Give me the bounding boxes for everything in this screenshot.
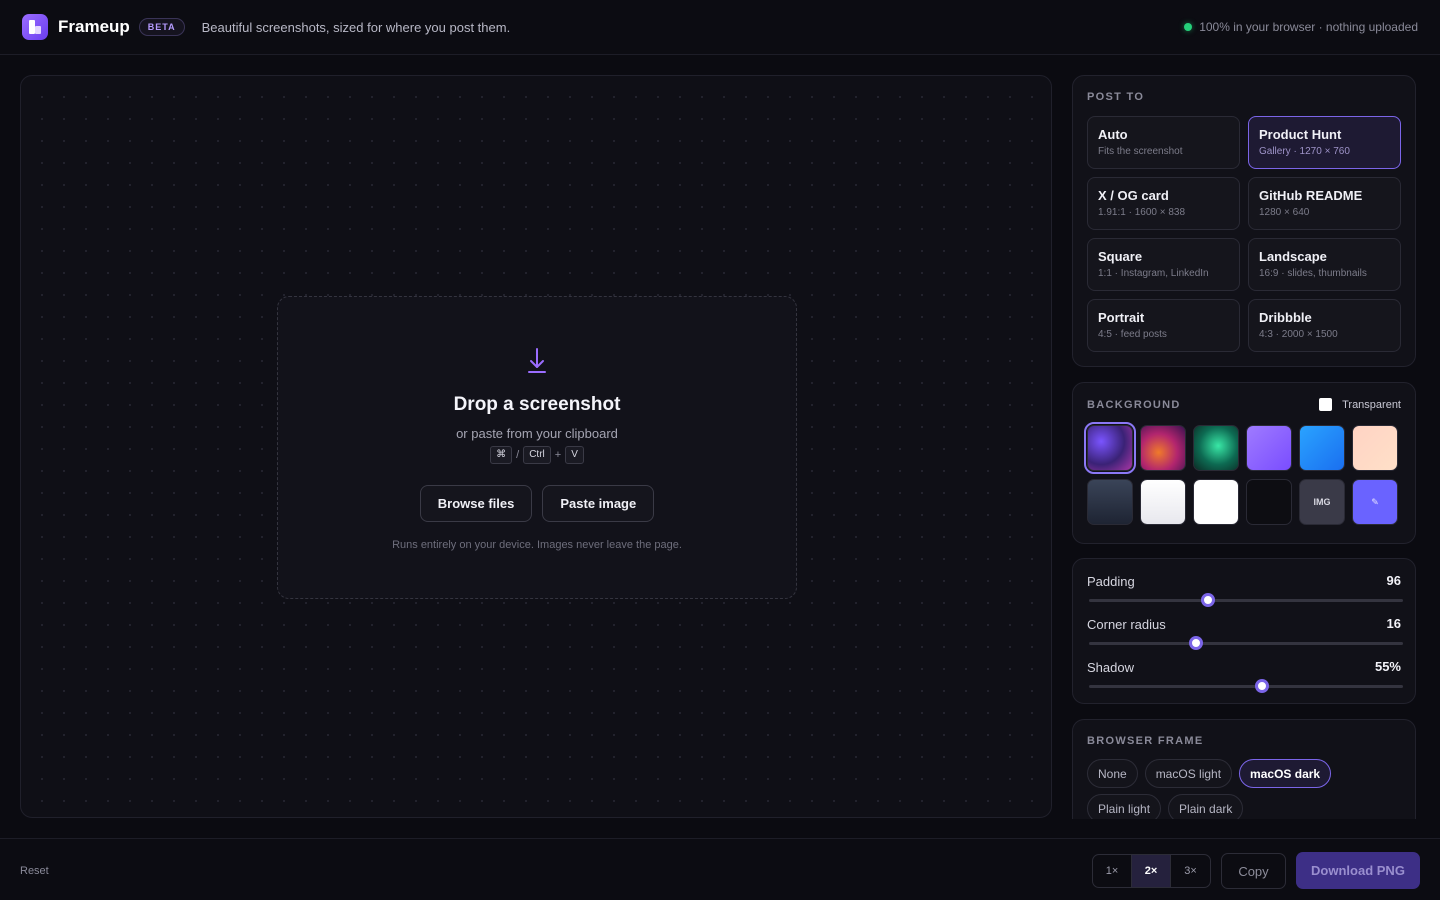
corner-radius-control: Corner radius 16: [1087, 616, 1403, 659]
status-dot-icon: [1184, 23, 1193, 31]
peach-swatch[interactable]: [1352, 425, 1398, 471]
transparent-checkbox[interactable]: [1319, 398, 1333, 411]
key-plus: +: [554, 449, 562, 461]
post-option-github-readme[interactable]: GitHub README 1280 × 640: [1248, 177, 1401, 230]
frame-option-macos-dark[interactable]: macOS dark: [1239, 759, 1332, 788]
frame-option-plain-light[interactable]: Plain light: [1087, 794, 1162, 819]
cmd-key: ⌘: [490, 446, 513, 464]
black-swatch[interactable]: [1246, 479, 1292, 525]
download-png-button[interactable]: Download PNG: [1296, 852, 1420, 889]
option-label: Portrait: [1098, 310, 1145, 325]
frame-option-macos-light[interactable]: macOS light: [1144, 759, 1233, 788]
transparent-label: Transparent: [1342, 398, 1401, 411]
top-bar: Frameup BETA Beautiful screenshots, size…: [0, 0, 1440, 55]
scale-2x-option[interactable]: 2×: [1132, 855, 1171, 887]
custom-color-swatch[interactable]: ✎: [1352, 479, 1398, 525]
corner-radius-slider[interactable]: [1089, 636, 1403, 650]
background-panel: BACKGROUND Transparent IMG ✎: [1072, 382, 1416, 544]
option-sub: Fits the screenshot: [1098, 146, 1183, 157]
post-option-auto[interactable]: Auto Fits the screenshot: [1087, 116, 1240, 169]
frameup-logo-icon: [22, 14, 48, 40]
export-scale-selector: 1× 2× 3×: [1092, 854, 1211, 888]
key-separator: /: [516, 449, 520, 461]
post-option-landscape[interactable]: Landscape 16:9 · slides, thumbnails: [1248, 238, 1401, 291]
ctrl-key: Ctrl: [523, 446, 551, 464]
option-label: X / OG card: [1098, 188, 1169, 203]
option-label: Product Hunt: [1259, 127, 1342, 142]
option-label: GitHub README: [1259, 188, 1363, 203]
padding-value: 96: [1386, 573, 1401, 588]
post-to-panel: POST TO Auto Fits the screenshot Product …: [1072, 75, 1416, 367]
adjustments-panel: Padding 96 Corner radius 16 Shadow 55%: [1072, 558, 1416, 704]
scale-1x-option[interactable]: 1×: [1093, 855, 1132, 887]
corner-radius-slider-thumb[interactable]: [1188, 636, 1203, 650]
light-gray-swatch[interactable]: [1140, 479, 1186, 525]
transparent-toggle[interactable]: Transparent: [1319, 398, 1401, 411]
bottom-bar: Reset 1× 2× 3× Copy Download PNG: [0, 838, 1440, 900]
scale-3x-option[interactable]: 3×: [1171, 855, 1210, 887]
post-option-product-hunt[interactable]: Product Hunt Gallery · 1270 × 760: [1248, 116, 1401, 169]
post-option-square[interactable]: Square 1:1 · Instagram, LinkedIn: [1087, 238, 1240, 291]
option-sub: 4:5 · feed posts: [1098, 329, 1167, 340]
option-label: Square: [1098, 249, 1143, 264]
option-label: Landscape: [1259, 249, 1327, 264]
tagline: Beautiful screenshots, sized for where y…: [201, 19, 511, 35]
privacy-status-text: 100% in your browser · nothing uploaded: [1199, 20, 1418, 34]
preview-canvas[interactable]: Drop a screenshot or paste from your cli…: [20, 75, 1052, 818]
privacy-note: Runs entirely on your device. Images nev…: [392, 539, 682, 551]
dropzone-subtitle: or paste from your clipboard: [456, 426, 618, 441]
purple-glow-swatch[interactable]: [1084, 422, 1136, 474]
paste-image-button[interactable]: Paste image: [542, 485, 655, 522]
copy-button[interactable]: Copy: [1221, 853, 1286, 889]
frame-option-plain-dark[interactable]: Plain dark: [1168, 794, 1244, 819]
shadow-slider-thumb[interactable]: [1254, 679, 1269, 693]
padding-slider[interactable]: [1089, 593, 1403, 607]
post-option-portrait[interactable]: Portrait 4:5 · feed posts: [1087, 299, 1240, 352]
option-label: Auto: [1098, 127, 1128, 142]
shadow-value: 55%: [1374, 659, 1401, 674]
download-arrow-icon: [528, 348, 546, 373]
reset-button[interactable]: Reset: [20, 865, 49, 877]
corner-radius-label: Corner radius: [1087, 617, 1166, 632]
browser-frame-panel: BROWSER FRAME None macOS light macOS dar…: [1072, 719, 1416, 819]
option-sub: 16:9 · slides, thumbnails: [1259, 268, 1367, 279]
privacy-status: 100% in your browser · nothing uploaded: [1184, 20, 1418, 34]
v-key: V: [565, 446, 584, 464]
padding-slider-thumb[interactable]: [1201, 593, 1216, 607]
app-name: Frameup: [58, 17, 130, 36]
dropzone-title: Drop a screenshot: [453, 394, 621, 415]
shadow-slider[interactable]: [1089, 679, 1403, 693]
post-option-dribbble[interactable]: Dribbble 4:3 · 2000 × 1500: [1248, 299, 1401, 352]
paste-shortcut: ⌘ / Ctrl + V: [278, 446, 796, 464]
slate-swatch[interactable]: [1087, 479, 1133, 525]
beta-badge: BETA: [138, 18, 185, 36]
option-sub: 1280 × 640: [1259, 207, 1310, 218]
white-swatch[interactable]: [1193, 479, 1239, 525]
emerald-swatch[interactable]: [1193, 425, 1239, 471]
option-sub: Gallery · 1270 × 760: [1259, 146, 1350, 157]
option-sub: 4:3 · 2000 × 1500: [1259, 329, 1338, 340]
frame-option-none[interactable]: None: [1087, 759, 1138, 788]
option-sub: 1:1 · Instagram, LinkedIn: [1098, 268, 1209, 279]
padding-control: Padding 96: [1087, 573, 1403, 616]
post-to-title: POST TO: [1087, 91, 1145, 103]
option-label: Dribbble: [1259, 310, 1312, 325]
sunset-swatch[interactable]: [1140, 425, 1186, 471]
background-title: BACKGROUND: [1087, 398, 1181, 411]
shadow-control: Shadow 55%: [1087, 659, 1403, 702]
image-swatch[interactable]: IMG: [1299, 479, 1345, 525]
option-sub: 1.91:1 · 1600 × 838: [1098, 207, 1186, 218]
corner-radius-value: 16: [1386, 616, 1401, 631]
padding-label: Padding: [1087, 574, 1135, 589]
browse-files-button[interactable]: Browse files: [419, 485, 533, 522]
dropzone[interactable]: Drop a screenshot or paste from your cli…: [277, 296, 797, 599]
blue-swatch[interactable]: [1299, 425, 1345, 471]
violet-swatch[interactable]: [1246, 425, 1292, 471]
post-option-x-og-card[interactable]: X / OG card 1.91:1 · 1600 × 838: [1087, 177, 1240, 230]
shadow-label: Shadow: [1087, 660, 1134, 675]
browser-frame-title: BROWSER FRAME: [1087, 735, 1204, 747]
